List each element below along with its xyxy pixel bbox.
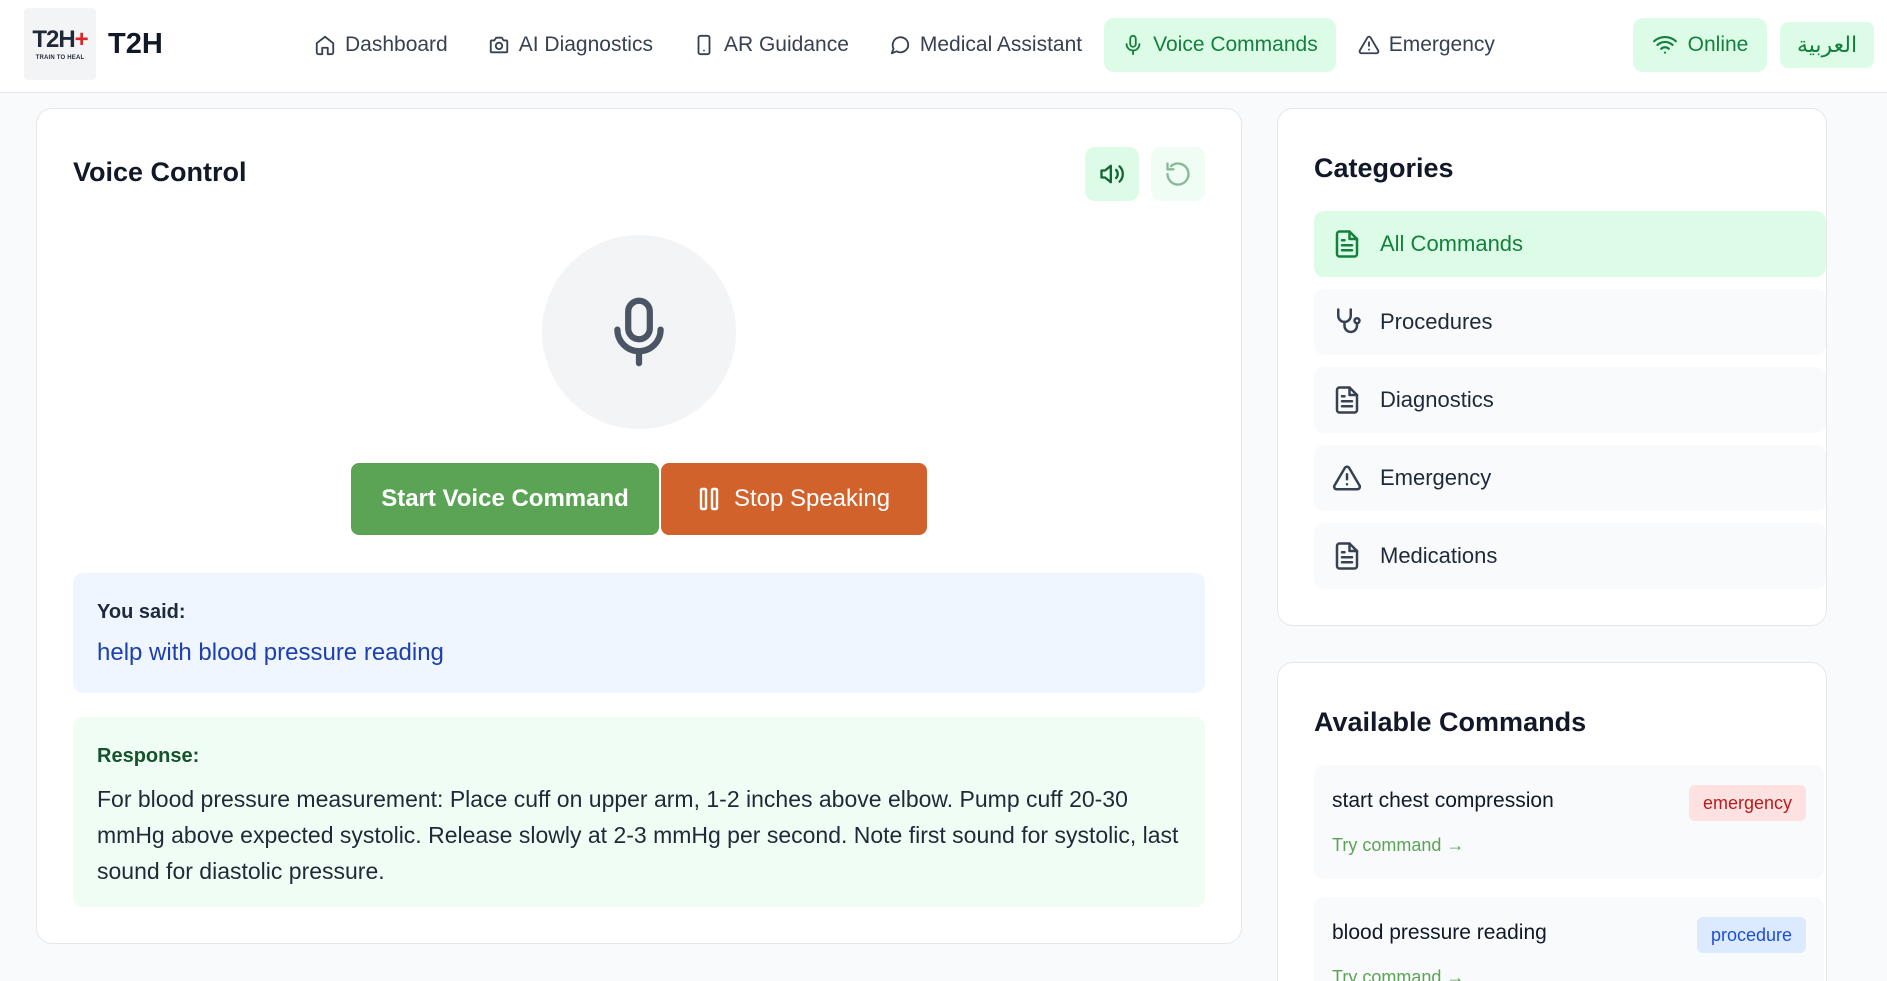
speaker-icon (1100, 164, 1124, 184)
main-nav: Dashboard AI Diagnostics AR Guidance Med… (296, 18, 1513, 72)
nav-ar-guidance-label: AR Guidance (723, 33, 849, 56)
command-name: blood pressure reading (1332, 921, 1547, 944)
command-item[interactable]: start chest compression emergency Try co… (1314, 765, 1824, 879)
command-item[interactable]: blood pressure reading procedure Try com… (1314, 897, 1824, 981)
command-type-badge: emergency (1688, 785, 1806, 821)
categories-title: Categories (1314, 153, 1454, 183)
reset-button[interactable] (1151, 147, 1205, 201)
transcript-box: You said: help with blood pressure readi… (73, 573, 1205, 693)
response-label: Response: (97, 745, 200, 767)
warning-icon (1358, 35, 1380, 55)
app-logo[interactable]: T2H+ TRAIN TO HEAL (24, 8, 96, 80)
response-box: Response: For blood pressure measurement… (73, 717, 1205, 907)
categories-list: All Commands Procedures Diagnostics Emer… (1314, 211, 1826, 601)
voice-control-card: Voice Control Start Voice Command Stop S… (36, 108, 1242, 944)
nav-medical-assistant-label: Medical Assistant (919, 33, 1083, 56)
chat-bubble-icon (890, 36, 910, 55)
category-label: Procedures (1380, 309, 1493, 334)
try-command-link[interactable]: Try command → (1332, 835, 1464, 856)
category-label: Diagnostics (1380, 387, 1494, 412)
top-navigation-bar: T2H+ TRAIN TO HEAL T2H Dashboard AI Diag… (0, 0, 1887, 93)
stethoscope-icon (1337, 308, 1361, 334)
category-emergency[interactable]: Emergency (1314, 445, 1826, 511)
online-status-button[interactable]: Online (1633, 18, 1767, 72)
nav-ai-diagnostics-label: AI Diagnostics (518, 33, 653, 56)
language-toggle-button[interactable]: العربية (1780, 22, 1874, 68)
nav-dashboard[interactable]: Dashboard (296, 18, 466, 72)
start-voice-command-button[interactable]: Start Voice Command (351, 463, 659, 535)
online-status-label: Online (1687, 33, 1749, 56)
nav-emergency[interactable]: Emergency (1340, 18, 1513, 72)
nav-voice-commands-label: Voice Commands (1153, 33, 1318, 56)
try-command-link[interactable]: Try command → (1332, 967, 1464, 981)
category-procedures[interactable]: Procedures (1314, 289, 1826, 355)
you-said-label: You said: (97, 601, 186, 623)
document-icon (1335, 542, 1359, 570)
warning-icon (1332, 465, 1362, 491)
response-text: For blood pressure measurement: Place cu… (97, 786, 1179, 884)
wifi-icon (1652, 35, 1677, 54)
command-name: start chest compression (1332, 789, 1554, 812)
categories-card: Categories All Commands Procedures Diagn… (1277, 108, 1827, 626)
logo-mark: T2H+ (32, 25, 88, 53)
logo-tagline: TRAIN TO HEAL (35, 54, 85, 61)
camera-icon (489, 36, 508, 54)
category-diagnostics[interactable]: Diagnostics (1314, 367, 1826, 433)
nav-voice-commands[interactable]: Voice Commands (1104, 18, 1336, 72)
volume-button[interactable] (1085, 147, 1139, 201)
category-label: Emergency (1380, 465, 1492, 490)
microphone-button[interactable] (542, 235, 736, 429)
rotate-ccw-icon (1166, 162, 1190, 186)
category-label: Medications (1380, 543, 1498, 568)
nav-emergency-label: Emergency (1388, 33, 1495, 56)
stop-speaking-button[interactable]: Stop Speaking (661, 463, 927, 535)
category-medications[interactable]: Medications (1314, 523, 1826, 589)
stop-speaking-label: Stop Speaking (733, 485, 891, 512)
document-icon (1335, 230, 1359, 258)
nav-medical-assistant[interactable]: Medical Assistant (871, 18, 1100, 72)
brand-name: T2H (108, 28, 163, 60)
command-type-badge: procedure (1696, 917, 1806, 953)
document-icon (1335, 386, 1359, 414)
mic-icon (1125, 34, 1141, 56)
category-label: All Commands (1380, 231, 1524, 256)
category-all-commands[interactable]: All Commands (1314, 211, 1826, 277)
microphone-icon (614, 297, 664, 367)
home-icon (315, 35, 335, 56)
pause-icon (699, 487, 719, 511)
available-commands-card: Available Commands start chest compressi… (1277, 662, 1827, 981)
tablet-icon (697, 34, 711, 56)
you-said-text: help with blood pressure reading (97, 639, 444, 666)
nav-dashboard-label: Dashboard (345, 33, 448, 56)
voice-control-title: Voice Control (73, 157, 247, 187)
available-commands-title: Available Commands (1314, 707, 1587, 737)
nav-ai-diagnostics[interactable]: AI Diagnostics (470, 18, 671, 72)
nav-ar-guidance[interactable]: AR Guidance (675, 18, 867, 72)
